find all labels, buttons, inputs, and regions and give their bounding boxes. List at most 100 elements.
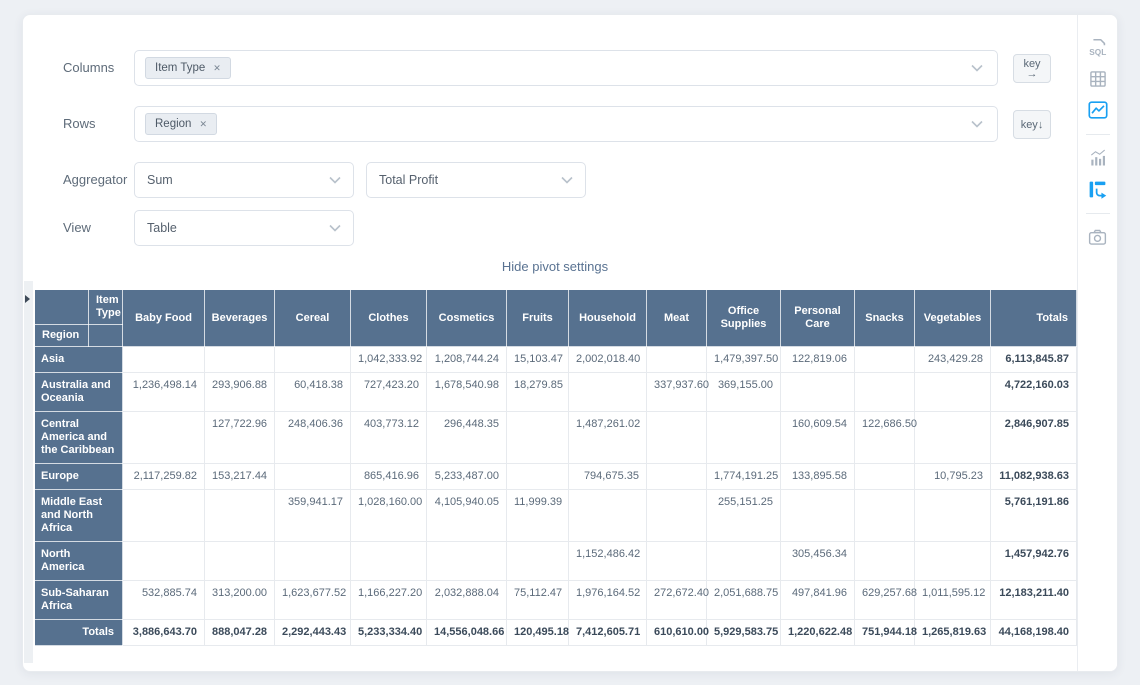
chevron-right-icon — [25, 295, 30, 303]
chevron-down-icon — [329, 224, 341, 232]
col-total-cell: 888,047.28 — [205, 620, 275, 646]
pivot-cell: 1,208,744.24 — [427, 347, 507, 373]
corner-cell — [35, 290, 89, 325]
pivot-cell: 18,279.85 — [507, 373, 569, 412]
col-total-cell: 5,233,334.40 — [351, 620, 427, 646]
chart-image-icon-active[interactable] — [1087, 99, 1109, 121]
col-label: Beverages — [205, 290, 275, 347]
aggregator-select[interactable]: Sum — [134, 162, 354, 198]
pivot-cell — [647, 347, 707, 373]
pivot-cell — [855, 490, 915, 542]
pivot-cell — [855, 373, 915, 412]
totals-row: Totals3,886,643.70888,047.282,292,443.43… — [35, 620, 1077, 646]
pivot-cell: 727,423.20 — [351, 373, 427, 412]
pivot-cell — [915, 412, 991, 464]
columns-tag-label: Item Type — [155, 62, 205, 74]
col-total-cell: 3,886,643.70 — [123, 620, 205, 646]
row-total-cell: 2,846,907.85 — [991, 412, 1077, 464]
panel-collapse-handle[interactable] — [24, 281, 33, 663]
pivot-cell — [781, 490, 855, 542]
columns-tag-remove-icon[interactable]: ✕ — [213, 63, 221, 74]
svg-text:SQL: SQL — [1089, 48, 1106, 57]
columns-tag-item-type[interactable]: Item Type ✕ — [145, 57, 231, 79]
key-label: key — [1023, 59, 1040, 69]
pivot-cell: 1,011,595.12 — [915, 581, 991, 620]
pivot-cell — [855, 347, 915, 373]
sql-source-icon[interactable]: SQL — [1087, 37, 1109, 59]
view-label: View — [63, 220, 91, 235]
table-row: Asia1,042,333.921,208,744.2415,103.472,0… — [35, 347, 1077, 373]
pivot-cell: 293,906.88 — [205, 373, 275, 412]
chevron-down-icon — [971, 120, 983, 128]
col-label: Household — [569, 290, 647, 347]
col-label: Vegetables — [915, 290, 991, 347]
table-row: Sub-Saharan Africa532,885.74313,200.001,… — [35, 581, 1077, 620]
columns-label: Columns — [63, 60, 114, 75]
pivot-cell — [205, 490, 275, 542]
pivot-cell: 127,722.96 — [205, 412, 275, 464]
pivot-cell: 248,406.36 — [275, 412, 351, 464]
grand-total-cell: 44,168,198.40 — [991, 620, 1077, 646]
col-total-cell: 1,220,622.48 — [781, 620, 855, 646]
chevron-down-icon — [561, 176, 573, 184]
rows-label: Rows — [63, 116, 96, 131]
columns-select[interactable]: Item Type ✕ — [134, 50, 998, 86]
table-row: Central America and the Caribbean127,722… — [35, 412, 1077, 464]
pivot-cell — [427, 542, 507, 581]
row-total-cell: 4,722,160.03 — [991, 373, 1077, 412]
table-view-icon[interactable] — [1087, 68, 1109, 90]
arrow-down-icon: ↓ — [1038, 120, 1044, 130]
rows-tag-label: Region — [155, 118, 191, 130]
row-total-cell: 5,761,191.86 — [991, 490, 1077, 542]
columns-key-order-button[interactable]: key → — [1013, 54, 1051, 83]
pivot-cell — [205, 347, 275, 373]
combo-chart-icon[interactable] — [1087, 147, 1109, 169]
pivot-cell — [915, 490, 991, 542]
col-total-cell: 1,265,819.63 — [915, 620, 991, 646]
row-label: Middle East and North Africa — [35, 490, 123, 542]
view-select[interactable]: Table — [134, 210, 354, 246]
pivot-cell: 11,999.39 — [507, 490, 569, 542]
aggregator-label: Aggregator — [63, 172, 127, 187]
pivot-cell: 359,941.17 — [275, 490, 351, 542]
pivot-cell — [123, 347, 205, 373]
pivot-cell: 794,675.35 — [569, 464, 647, 490]
pivot-cell — [915, 542, 991, 581]
rows-key-order-button[interactable]: key ↓ — [1013, 110, 1051, 139]
pivot-cell: 2,117,259.82 — [123, 464, 205, 490]
aggregator-value-select[interactable]: Total Profit — [366, 162, 586, 198]
pivot-cell: 1,623,677.52 — [275, 581, 351, 620]
col-label: Fruits — [507, 290, 569, 347]
rows-select[interactable]: Region ✕ — [134, 106, 998, 142]
pivot-cell — [781, 373, 855, 412]
col-label: Office Supplies — [707, 290, 781, 347]
camera-snapshot-icon[interactable] — [1087, 226, 1109, 248]
col-label: Baby Food — [123, 290, 205, 347]
hide-pivot-settings-link[interactable]: Hide pivot settings — [34, 259, 1076, 274]
pivot-cell: 2,032,888.04 — [427, 581, 507, 620]
rows-tag-remove-icon[interactable]: ✕ — [199, 119, 207, 130]
pivot-cell — [507, 542, 569, 581]
pivot-cell — [569, 373, 647, 412]
pivot-cell: 296,448.35 — [427, 412, 507, 464]
pivot-cell — [647, 490, 707, 542]
pivot-cell: 10,795.23 — [915, 464, 991, 490]
pivot-cell — [647, 412, 707, 464]
pivot-table-icon-active[interactable] — [1087, 178, 1109, 200]
pivot-cell — [569, 490, 647, 542]
pivot-table: Item TypeBaby FoodBeveragesCerealClothes… — [34, 289, 1077, 646]
pivot-cell: 1,236,498.14 — [123, 373, 205, 412]
pivot-cell: 369,155.00 — [707, 373, 781, 412]
rows-tag-region[interactable]: Region ✕ — [145, 113, 217, 135]
sidebar-divider — [1086, 134, 1110, 135]
pivot-cell: 1,678,540.98 — [427, 373, 507, 412]
pivot-cell — [647, 542, 707, 581]
pivot-cell: 15,103.47 — [507, 347, 569, 373]
col-total-cell: 5,929,583.75 — [707, 620, 781, 646]
col-label: Personal Care — [781, 290, 855, 347]
totals-col-header: Totals — [991, 290, 1077, 347]
pivot-cell: 272,672.40 — [647, 581, 707, 620]
pivot-cell: 629,257.68 — [855, 581, 915, 620]
pivot-cell: 160,609.54 — [781, 412, 855, 464]
table-row: North America1,152,486.42305,456.341,457… — [35, 542, 1077, 581]
